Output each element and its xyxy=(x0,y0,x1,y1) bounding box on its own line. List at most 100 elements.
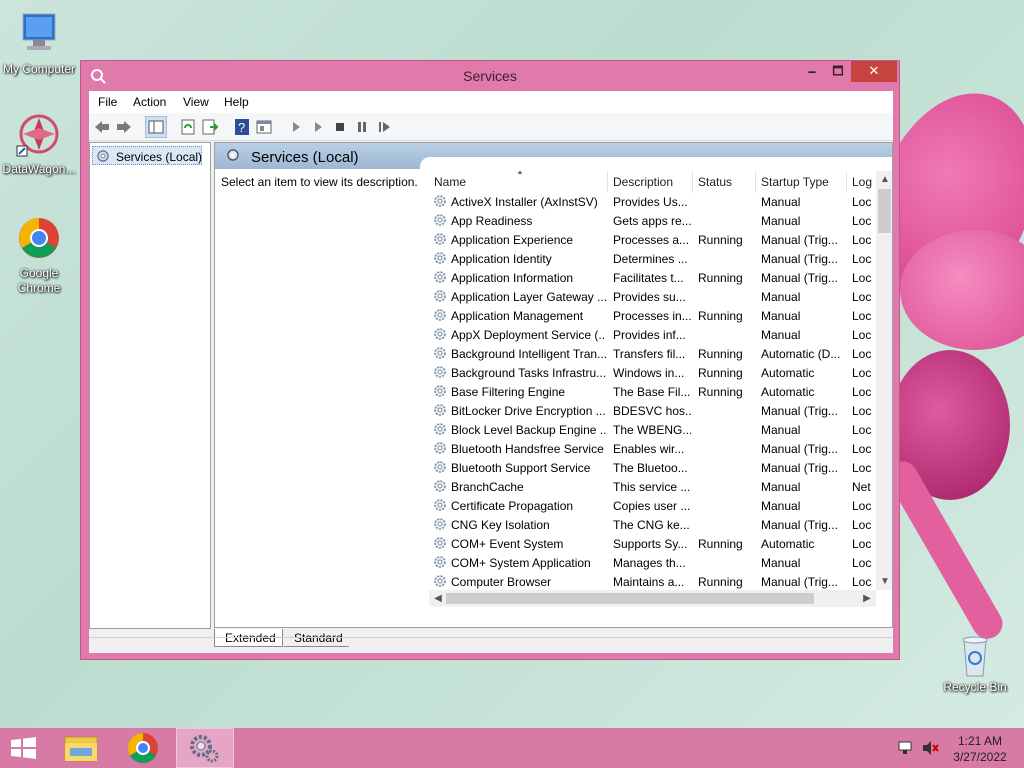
clock-time[interactable]: 1:21 AM xyxy=(940,734,1020,748)
cell-description: Provides su... xyxy=(613,290,686,304)
service-gear-icon xyxy=(433,194,447,208)
refresh-icon[interactable] xyxy=(179,118,197,136)
minimize-button[interactable]: 🗕 xyxy=(799,61,825,82)
cell-description: The CNG ke... xyxy=(613,518,690,532)
table-row[interactable]: ActiveX Installer (AxInstSV) Provides Us.… xyxy=(429,193,874,212)
show-hide-console-tree-icon[interactable] xyxy=(145,116,167,138)
services-magnifier-icon xyxy=(227,149,239,161)
table-row[interactable]: Block Level Backup Engine ... The WBENG..… xyxy=(429,421,874,440)
table-row[interactable]: Application Information Facilitates t... R… xyxy=(429,269,874,288)
menu-action[interactable]: Action xyxy=(133,95,166,109)
table-row[interactable]: Background Intelligent Tran... Transfers … xyxy=(429,345,874,364)
restart-service-icon[interactable] xyxy=(375,118,393,136)
properties-icon[interactable] xyxy=(255,118,273,136)
cell-description: Processes in... xyxy=(613,309,691,323)
cell-startup: Manual (Trig... xyxy=(761,442,838,456)
start-service-icon[interactable] xyxy=(287,118,305,136)
table-row[interactable]: Background Tasks Infrastru... Windows in.… xyxy=(429,364,874,383)
cell-status: Running xyxy=(698,537,743,551)
back-arrow-icon[interactable] xyxy=(93,118,111,136)
cell-description: Enables wir... xyxy=(613,442,685,456)
table-row[interactable]: Application Management Processes in... Run… xyxy=(429,307,874,326)
taskbar-file-explorer[interactable] xyxy=(52,728,110,768)
tree-item-label: Services (Local) xyxy=(116,150,203,164)
chrome-icon xyxy=(127,733,158,764)
desktop-icon-recycle-bin[interactable]: Recycle Bin xyxy=(937,632,1013,695)
cell-description: Maintains a... xyxy=(613,575,685,589)
table-row[interactable]: Base Filtering Engine The Base Fil... Runn… xyxy=(429,383,874,402)
scroll-left-icon[interactable]: ◀ xyxy=(429,590,447,607)
cell-name: Application Management xyxy=(451,309,584,323)
cell-status: Running xyxy=(698,366,743,380)
table-row[interactable]: COM+ Event System Supports Sy... Running Au… xyxy=(429,535,874,554)
table-row[interactable]: AppX Deployment Service (... Provides inf… xyxy=(429,326,874,345)
scroll-up-icon[interactable]: ▲ xyxy=(876,171,892,188)
horizontal-scroll-thumb[interactable] xyxy=(446,593,814,604)
pause-service-icon[interactable] xyxy=(353,118,371,136)
column-header-log-on-as[interactable]: Log xyxy=(847,171,876,193)
cell-description: Windows in... xyxy=(613,366,685,380)
cell-description: BDESVC hos... xyxy=(613,404,691,418)
table-row[interactable]: Application Experience Processes a... Runn… xyxy=(429,231,874,250)
taskbar-google-chrome[interactable] xyxy=(114,728,172,768)
column-header-status[interactable]: Status xyxy=(693,171,756,193)
desktop-icon-datawagon[interactable]: DataWagon... xyxy=(1,112,77,177)
taskbar-services[interactable] xyxy=(176,728,234,768)
cell-startup: Manual xyxy=(761,328,801,342)
volume-muted-icon[interactable] xyxy=(921,740,939,756)
start-service-alt-icon[interactable] xyxy=(309,118,327,136)
console-tree: Services (Local) xyxy=(89,142,211,629)
cell-logon: Loc xyxy=(852,366,872,380)
close-button[interactable]: ✕ xyxy=(851,61,897,82)
menu-view[interactable]: View xyxy=(183,95,209,109)
tree-item-services-local[interactable]: Services (Local) xyxy=(92,146,202,165)
table-row[interactable]: BitLocker Drive Encryption ... BDESVC hos… xyxy=(429,402,874,421)
table-row[interactable]: Bluetooth Support Service The Bluetoo... M… xyxy=(429,459,874,478)
vertical-scroll-thumb[interactable] xyxy=(878,189,891,233)
table-row[interactable]: Application Identity Determines ... Manual… xyxy=(429,250,874,269)
help-icon[interactable]: ? xyxy=(233,118,251,136)
vertical-scrollbar[interactable]: ▲ ▼ xyxy=(876,171,892,590)
cell-startup: Automatic (D... xyxy=(761,347,841,361)
table-row[interactable]: Application Layer Gateway ... Provides su… xyxy=(429,288,874,307)
services-gear-icon xyxy=(97,150,109,162)
cell-name: Application Information xyxy=(451,271,574,285)
network-icon[interactable] xyxy=(897,740,913,756)
cell-description: Gets apps re... xyxy=(613,214,691,228)
cell-name: Certificate Propagation xyxy=(451,499,574,513)
title-bar[interactable]: Services 🗕 🗖 ✕ xyxy=(81,61,899,91)
service-gear-icon xyxy=(433,251,447,265)
table-row[interactable]: Bluetooth Handsfree Service Enables wir..… xyxy=(429,440,874,459)
menu-help[interactable]: Help xyxy=(224,95,249,109)
table-row[interactable]: App Readiness Gets apps re... Manual Loc xyxy=(429,212,874,231)
column-header-name[interactable]: Name ▲ xyxy=(429,171,608,193)
cell-startup: Manual xyxy=(761,214,801,228)
scroll-down-icon[interactable]: ▼ xyxy=(876,573,892,590)
cell-name: Bluetooth Handsfree Service xyxy=(451,442,604,456)
table-row[interactable]: BranchCache This service ... Manual Net xyxy=(429,478,874,497)
clock-date[interactable]: 3/27/2022 xyxy=(940,750,1020,764)
svg-text:?: ? xyxy=(238,120,245,135)
table-row[interactable]: COM+ System Application Manages th... Manu… xyxy=(429,554,874,573)
service-gear-icon xyxy=(433,308,447,322)
menu-file[interactable]: File xyxy=(98,95,117,109)
export-list-icon[interactable] xyxy=(201,118,219,136)
column-header-startup-type[interactable]: Startup Type xyxy=(756,171,847,193)
desktop-icon-my-computer[interactable]: My Computer xyxy=(1,12,77,77)
maximize-button[interactable]: 🗖 xyxy=(825,61,851,82)
taskbar: 1:21 AM 3/27/2022 xyxy=(0,728,1024,768)
service-gear-icon xyxy=(433,536,447,550)
forward-arrow-icon[interactable] xyxy=(115,118,133,136)
desktop-icon-google-chrome[interactable]: Google Chrome xyxy=(1,216,77,296)
start-button[interactable] xyxy=(0,728,58,768)
cell-startup: Manual xyxy=(761,290,801,304)
scroll-right-icon[interactable]: ▶ xyxy=(858,590,876,607)
stop-service-icon[interactable] xyxy=(331,118,349,136)
recycle-bin-icon xyxy=(951,632,999,678)
table-row[interactable]: Certificate Propagation Copies user ... Ma… xyxy=(429,497,874,516)
cell-startup: Manual (Trig... xyxy=(761,518,838,532)
cell-description: The WBENG... xyxy=(613,423,691,437)
column-header-description[interactable]: Description xyxy=(608,171,693,193)
horizontal-scrollbar[interactable]: ◀ ▶ xyxy=(429,590,876,607)
table-row[interactable]: CNG Key Isolation The CNG ke... Manual (Tr… xyxy=(429,516,874,535)
